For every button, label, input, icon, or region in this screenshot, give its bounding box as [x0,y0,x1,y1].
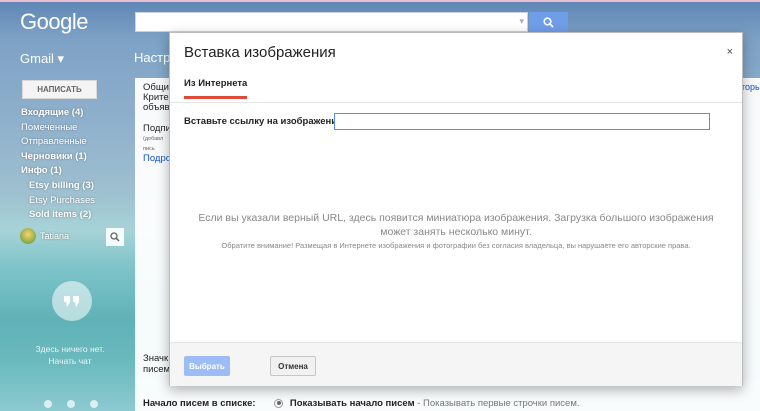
page-title: Настр [134,50,171,65]
settings-signature-note-2: пись [143,146,155,152]
person-icon[interactable] [44,400,52,408]
sidebar-item-info[interactable]: Инфо (1) [21,164,95,179]
select-button[interactable]: Выбрать [184,356,230,376]
chat-icon[interactable] [67,400,75,408]
sidebar-item-inbox[interactable]: Входящие (4) [21,106,95,121]
top-strip [0,0,760,2]
hangouts-quote-icon [52,281,92,321]
snippets-description: - Показывать первые строчки писем. [414,398,580,409]
settings-icons-label-2: писем [143,364,171,375]
people-search-button[interactable] [106,228,124,246]
snippets-radio[interactable] [274,398,284,408]
image-url-input[interactable] [334,113,710,130]
search-icon [110,232,120,242]
settings-icons-label: Значк [143,353,169,364]
search-input[interactable]: ▾ [135,12,528,32]
hangouts-empty-text: Здесь ничего нет. [35,344,105,354]
avatar [20,228,36,244]
cancel-button[interactable]: Отмена [270,356,316,376]
sidebar-item-sold-items[interactable]: Sold items (2) [21,208,95,223]
snippets-label: Начало писем в списке: [143,398,256,409]
copyright-note: Обратите внимание! Размещая в Интернете … [221,241,691,250]
sidebar-item-drafts[interactable]: Черновики (1) [21,150,95,165]
dialog-footer: Выбрать Отмена [170,342,742,386]
settings-signature-note: (добавл [143,136,164,142]
dialog-title: Вставка изображения [184,44,336,61]
user-name: Tatiana [40,231,70,241]
search-icon [543,16,554,28]
dialog-tabs: Из Интернета [170,72,742,103]
gmail-menu[interactable]: Gmail ▾ [20,51,64,67]
sidebar-item-sent[interactable]: Отправленные [21,135,95,150]
snippets-option[interactable]: Показывать начало писем [290,398,415,409]
insert-image-dialog: Вставка изображения × Из Интернета Встав… [169,32,743,386]
image-url-label: Вставьте ссылку на изображение: [184,116,346,127]
sidebar-nav: Входящие (4) Помеченные Отправленные Чер… [21,106,95,223]
phone-icon[interactable] [90,400,98,408]
google-logo[interactable]: Google [20,9,88,35]
settings-snippets-row: Начало писем в списке: Показывать начало… [143,398,580,409]
close-icon[interactable]: × [727,46,733,58]
hangouts-user[interactable]: Tatiana [20,228,69,244]
start-chat-link[interactable]: Начать чат [10,355,130,367]
preview-message: Если вы указали верный URL, здесь появит… [198,212,714,238]
tab-from-internet[interactable]: Из Интернета [184,78,248,99]
settings-right-link[interactable]: торы [741,82,760,92]
compose-button[interactable]: НАПИСАТЬ [22,80,97,99]
search-options-chevron-icon[interactable]: ▾ [519,16,524,27]
sidebar-item-starred[interactable]: Помеченные [21,121,95,136]
settings-signature-label: Подпи [143,123,171,134]
hangouts-empty-message: Здесь ничего нет. Начать чат [10,343,130,367]
hangouts-bottom-icons [44,400,98,408]
search-button[interactable] [529,12,568,32]
sidebar-item-etsy-billing[interactable]: Etsy billing (3) [21,179,95,194]
sidebar-item-etsy-purchases[interactable]: Etsy Purchases [21,194,95,209]
settings-criteria-label-2: объяв [143,102,170,113]
